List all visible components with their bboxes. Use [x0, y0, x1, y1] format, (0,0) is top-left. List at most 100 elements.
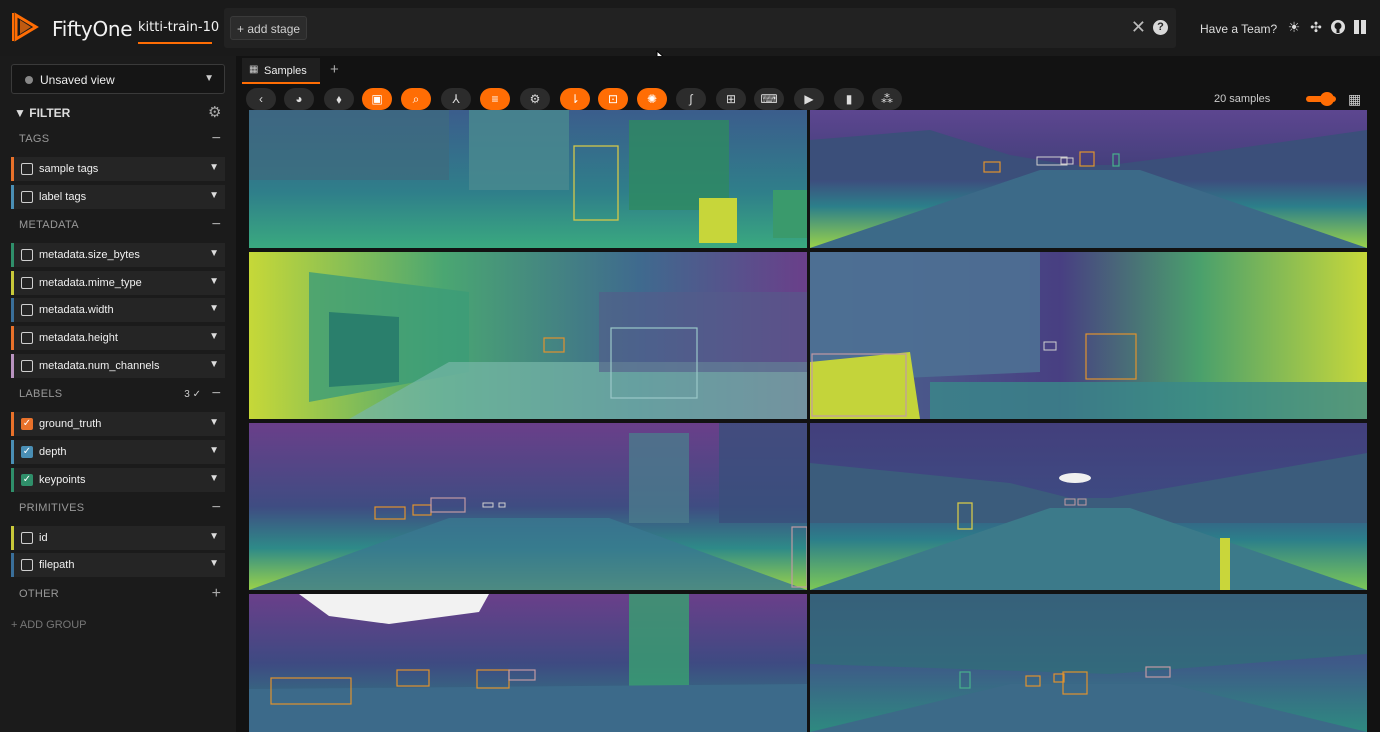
add-group-button[interactable]: + ADD GROUP: [11, 619, 87, 631]
field-row-num-channels[interactable]: metadata.num_channels ▼: [11, 354, 225, 378]
checkbox[interactable]: [21, 332, 33, 344]
tab-samples[interactable]: ▦ Samples: [242, 58, 320, 84]
gear-icon[interactable]: ⚙: [520, 88, 550, 110]
field-row-id[interactable]: id ▼: [11, 526, 225, 550]
view-bar[interactable]: + add stage ✕ ?: [224, 8, 1176, 48]
checkbox[interactable]: [21, 277, 33, 289]
group-primitives[interactable]: PRIMITIVES −: [11, 497, 225, 521]
field-row-keypoints[interactable]: ✓ keypoints ▼: [11, 468, 225, 492]
chevron-down-icon[interactable]: ▼: [209, 190, 219, 201]
palette-icon[interactable]: ◕: [284, 88, 314, 110]
group-tags[interactable]: TAGS −: [11, 128, 225, 152]
field-row-size-bytes[interactable]: metadata.size_bytes ▼: [11, 243, 225, 267]
field-row-depth[interactable]: ✓ depth ▼: [11, 440, 225, 464]
collapse-icon[interactable]: −: [212, 385, 221, 403]
checkbox[interactable]: [21, 191, 33, 203]
keyboard-icon[interactable]: ⌨: [754, 88, 784, 110]
table-icon[interactable]: ⊞: [716, 88, 746, 110]
team-link[interactable]: Have a Team?: [1200, 22, 1277, 36]
field-label: metadata.width: [39, 304, 114, 316]
field-row-mime-type[interactable]: metadata.mime_type ▼: [11, 271, 225, 295]
field-row-width[interactable]: metadata.width ▼: [11, 298, 225, 322]
group-labels[interactable]: LABELS 3 ✓ −: [11, 383, 225, 407]
openai-icon[interactable]: ✺: [637, 88, 667, 110]
field-row-height[interactable]: metadata.height ▼: [11, 326, 225, 350]
grid-size-icon[interactable]: ▦: [1348, 91, 1361, 108]
labels-count[interactable]: 3 ✓: [184, 389, 201, 400]
sample-tile[interactable]: [249, 110, 807, 248]
view-select-label: Unsaved view: [40, 73, 115, 87]
expand-icon[interactable]: +: [212, 585, 221, 603]
chevron-down-icon[interactable]: ▼: [209, 276, 219, 287]
help-icon[interactable]: ?: [1153, 20, 1168, 35]
add-stage-button[interactable]: + add stage: [230, 16, 308, 40]
checkbox[interactable]: [21, 249, 33, 261]
collapse-icon[interactable]: −: [212, 499, 221, 517]
chevron-down-icon[interactable]: ▼: [209, 417, 219, 428]
chevron-down-icon[interactable]: ▼: [209, 162, 219, 173]
close-icon[interactable]: ✕: [1131, 17, 1146, 38]
fiftyone-logo-icon[interactable]: [10, 11, 42, 43]
add-panel-button[interactable]: +: [330, 61, 339, 78]
checkbox[interactable]: [21, 532, 33, 544]
group-metadata[interactable]: METADATA −: [11, 214, 225, 238]
search-icon[interactable]: ⌕: [401, 88, 431, 110]
theme-icon[interactable]: ☀: [1286, 19, 1302, 35]
dataset-underline: [138, 42, 212, 44]
list-icon[interactable]: ≡: [480, 88, 510, 110]
chevron-down-icon[interactable]: ▼: [209, 445, 219, 456]
docs-icon[interactable]: [1352, 19, 1368, 35]
label-toggle[interactable]: [1306, 92, 1336, 106]
bar-chart-icon[interactable]: ▮: [834, 88, 864, 110]
checkbox-checked[interactable]: ✓: [21, 418, 33, 430]
tag-icon[interactable]: ⬧: [324, 88, 354, 110]
gear-icon[interactable]: ⚙: [208, 103, 221, 121]
collapse-icon[interactable]: −: [212, 130, 221, 148]
field-label: metadata.mime_type: [39, 277, 142, 289]
checkbox[interactable]: [21, 163, 33, 175]
field-label: sample tags: [39, 163, 99, 175]
chevron-left-icon[interactable]: ‹: [246, 88, 276, 110]
chevron-down-icon[interactable]: ▼: [209, 558, 219, 569]
checkbox[interactable]: [21, 304, 33, 316]
slack-icon[interactable]: ✣: [1308, 19, 1324, 35]
field-label: keypoints: [39, 474, 86, 486]
field-row-sample-tags[interactable]: sample tags ▼: [11, 157, 225, 181]
collapse-icon[interactable]: −: [212, 216, 221, 234]
sample-tile[interactable]: [249, 594, 807, 732]
image-search-icon[interactable]: ⊡: [598, 88, 628, 110]
github-icon[interactable]: [1330, 19, 1346, 35]
sample-tile[interactable]: [249, 252, 807, 419]
sample-tile[interactable]: [810, 423, 1367, 590]
chevron-down-icon[interactable]: ▼: [209, 473, 219, 484]
sort-icon[interactable]: ⇂: [560, 88, 590, 110]
checkbox-checked[interactable]: ✓: [21, 474, 33, 486]
embeddings-icon[interactable]: ⁂: [872, 88, 902, 110]
app-name[interactable]: FiftyOne: [52, 17, 133, 41]
saved-view-select[interactable]: Unsaved view ▼: [11, 64, 225, 94]
field-row-ground-truth[interactable]: ✓ ground_truth ▼: [11, 412, 225, 436]
sample-tile[interactable]: [810, 252, 1367, 419]
chevron-down-icon[interactable]: ▼: [209, 531, 219, 542]
filter-icon: ▼: [14, 106, 26, 120]
chevron-down-icon[interactable]: ▼: [209, 359, 219, 370]
chevron-down-icon[interactable]: ▼: [209, 303, 219, 314]
checkbox[interactable]: [21, 559, 33, 571]
dataset-selector[interactable]: kitti-train-10: [138, 20, 219, 35]
field-row-label-tags[interactable]: label tags ▼: [11, 185, 225, 209]
field-color-bar: [11, 326, 14, 350]
group-other[interactable]: OTHER +: [11, 583, 225, 607]
checkbox[interactable]: [21, 360, 33, 372]
patches-icon[interactable]: ▣: [362, 88, 392, 110]
sample-tile[interactable]: [810, 594, 1367, 732]
sample-tile[interactable]: [810, 110, 1367, 248]
chevron-down-icon[interactable]: ▼: [209, 331, 219, 342]
video-icon[interactable]: ▶: [794, 88, 824, 110]
curve-icon[interactable]: ∫: [676, 88, 706, 110]
sample-tile[interactable]: [249, 423, 807, 590]
depth-image: [249, 423, 807, 590]
field-row-filepath[interactable]: filepath ▼: [11, 553, 225, 577]
checkbox-checked[interactable]: ✓: [21, 446, 33, 458]
similarity-icon[interactable]: ⅄: [441, 88, 471, 110]
chevron-down-icon[interactable]: ▼: [209, 248, 219, 259]
